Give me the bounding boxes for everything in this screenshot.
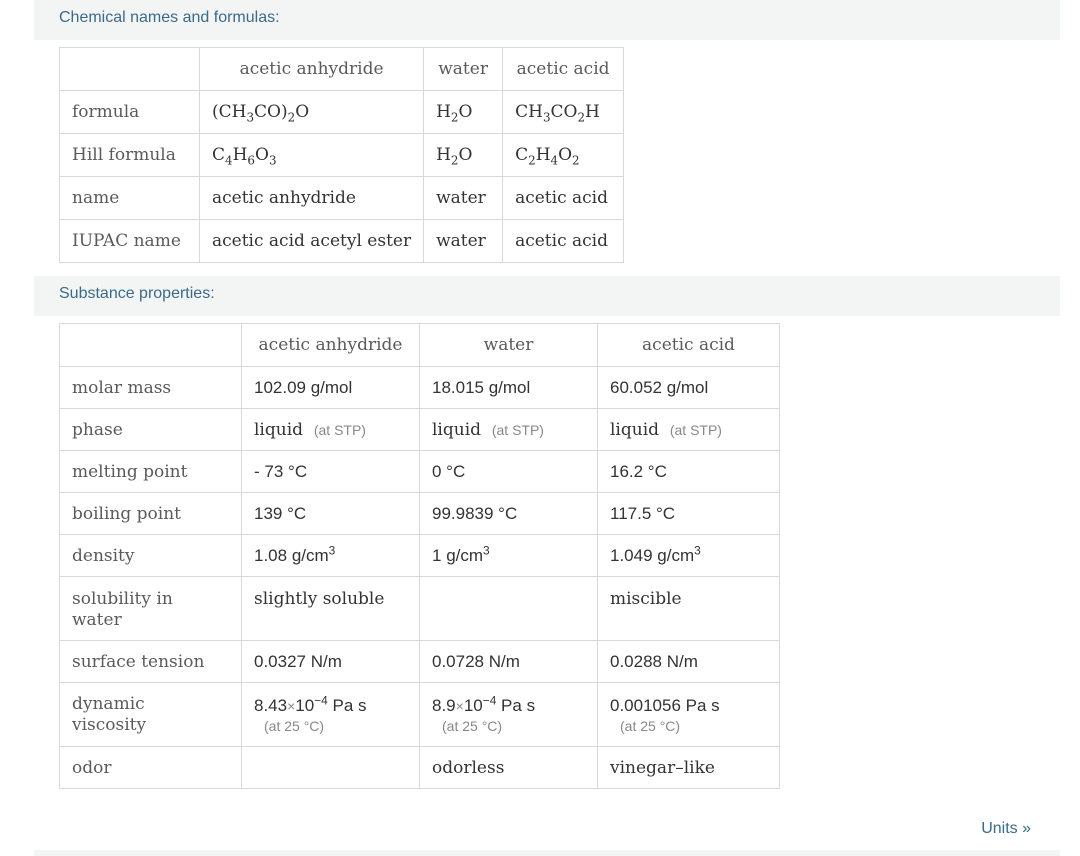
table-row: boiling point 139 °C 99.9839 °C 117.5 °C — [59, 492, 780, 535]
empty-header-cell — [59, 47, 200, 91]
row-label: surface tension — [59, 640, 242, 683]
chemical-names-table: acetic anhydride water acetic acid formu… — [59, 47, 625, 263]
row-label: boiling point — [59, 492, 242, 535]
table-cell: 0.001056 Pa s (at 25 °C) — [597, 682, 780, 747]
table-row: solubility in water slightly soluble misc… — [59, 576, 780, 641]
formula-cell: (CH3CO)2O — [198, 90, 425, 134]
table-cell: 60.052 g/mol — [597, 366, 780, 409]
table-row: density 1.08 g/cm3 1 g/cm3 1.049 g/cm3 — [59, 534, 780, 577]
table-row: dynamic viscosity 8.43×10−4 Pa s (at 25 °C… — [59, 682, 780, 747]
row-label: solubility in water — [59, 576, 242, 641]
formula-cell: H2O — [423, 90, 504, 134]
table-cell: liquid (at STP) — [241, 408, 420, 451]
table-cell: odorless — [419, 746, 598, 789]
row-label: molar mass — [59, 366, 242, 409]
table-cell: liquid (at STP) — [419, 408, 598, 451]
table-cell — [419, 576, 598, 641]
row-label: IUPAC name — [59, 219, 200, 263]
table-cell: 102.09 g/mol — [241, 366, 420, 409]
table-row: phase liquid (at STP) liquid (at STP) li… — [59, 408, 780, 451]
empty-header-cell — [59, 323, 242, 367]
table-cell: 8.9×10−4 Pa s (at 25 °C) — [419, 682, 598, 747]
table-cell: 139 °C — [241, 492, 420, 535]
table-cell: water — [423, 176, 504, 220]
row-label: Hill formula — [59, 133, 200, 177]
formula-cell: CH3CO2H — [502, 90, 625, 134]
hill-formula-cell: C2H4O2 — [502, 133, 625, 177]
table-row: molar mass 102.09 g/mol 18.015 g/mol 60.… — [59, 366, 780, 409]
table-cell: 117.5 °C — [597, 492, 780, 535]
table-cell: miscible — [597, 576, 780, 641]
units-link[interactable]: Units » — [981, 820, 1031, 838]
table-cell: acetic acid acetyl ester — [198, 219, 425, 263]
column-header: water — [423, 47, 504, 91]
section-title: Substance properties: — [59, 285, 215, 302]
row-label: density — [59, 534, 242, 577]
row-label: odor — [59, 746, 242, 789]
table-cell: 18.015 g/mol — [419, 366, 598, 409]
table-cell: 99.9839 °C — [419, 492, 598, 535]
row-label: dynamic viscosity — [59, 682, 242, 747]
section-header-chemical-names: Chemical names and formulas: — [34, 0, 1060, 40]
row-label: melting point — [59, 450, 242, 493]
table-cell: 0.0288 N/m — [597, 640, 780, 683]
table-header-row: acetic anhydride water acetic acid — [59, 323, 780, 367]
column-header: acetic anhydride — [198, 47, 425, 91]
table-cell: 0.0327 N/m — [241, 640, 420, 683]
table-cell: 16.2 °C — [597, 450, 780, 493]
row-label: phase — [59, 408, 242, 451]
hill-formula-cell: H2O — [423, 133, 504, 177]
table-row: formula (CH3CO)2O H2O CH3CO2H — [59, 90, 625, 134]
table-cell: 0 °C — [419, 450, 598, 493]
table-cell: slightly soluble — [241, 576, 420, 641]
section-body-substance-properties: acetic anhydride water acetic acid molar… — [34, 316, 1060, 850]
table-cell: 1 g/cm3 — [419, 534, 598, 577]
table-cell: acetic acid — [502, 219, 625, 263]
table-row: surface tension 0.0327 N/m 0.0728 N/m 0.… — [59, 640, 780, 683]
table-row: name acetic anhydride water acetic acid — [59, 176, 625, 220]
substance-properties-table: acetic anhydride water acetic acid molar… — [59, 323, 780, 789]
table-cell: vinegar–like — [597, 746, 780, 789]
table-cell: 1.049 g/cm3 — [597, 534, 780, 577]
table-row: odor odorless vinegar–like — [59, 746, 780, 789]
table-cell: 1.08 g/cm3 — [241, 534, 420, 577]
table-cell: water — [423, 219, 504, 263]
table-row: melting point - 73 °C 0 °C 16.2 °C — [59, 450, 780, 493]
column-header: acetic acid — [502, 47, 625, 91]
section-body-chemical-names: acetic anhydride water acetic acid formu… — [34, 40, 1060, 276]
hill-formula-cell: C4H6O3 — [198, 133, 425, 177]
table-cell: 0.0728 N/m — [419, 640, 598, 683]
section-title: Chemical names and formulas: — [59, 9, 280, 26]
table-cell: acetic acid — [502, 176, 625, 220]
column-header: acetic acid — [597, 323, 780, 367]
column-header: water — [419, 323, 598, 367]
table-cell: - 73 °C — [241, 450, 420, 493]
table-cell — [241, 746, 420, 789]
table-cell: acetic anhydride — [198, 176, 425, 220]
section-header-substance-properties: Substance properties: — [34, 276, 1060, 316]
row-label: formula — [59, 90, 200, 134]
column-header: acetic anhydride — [241, 323, 420, 367]
row-label: name — [59, 176, 200, 220]
table-row: IUPAC name acetic acid acetyl ester wate… — [59, 219, 625, 263]
table-cell: 8.43×10−4 Pa s (at 25 °C) — [241, 682, 420, 747]
table-cell: liquid (at STP) — [597, 408, 780, 451]
table-row: Hill formula C4H6O3 H2O C2H4O2 — [59, 133, 625, 177]
table-header-row: acetic anhydride water acetic acid — [59, 47, 625, 91]
